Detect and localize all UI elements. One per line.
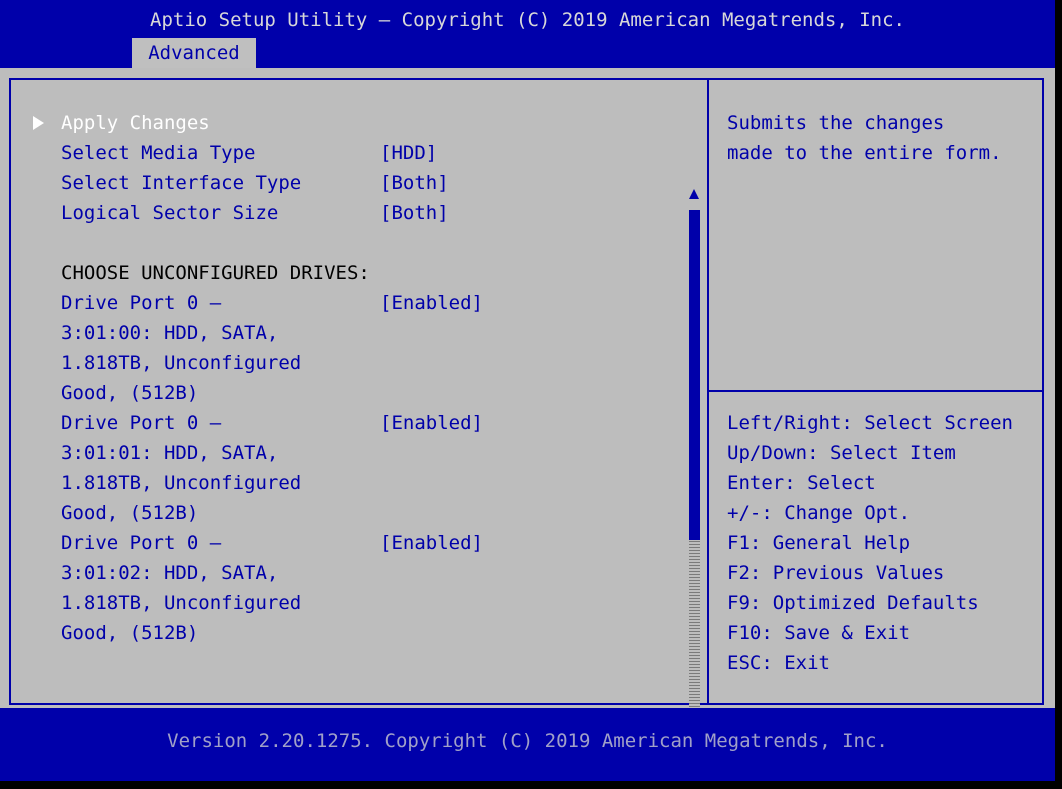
scrollbar-track[interactable] bbox=[689, 540, 700, 710]
scroll-up-icon[interactable] bbox=[689, 189, 699, 199]
main-frame: Apply Changes Select Media Type [HDD] Se… bbox=[9, 78, 1044, 705]
media-type-value[interactable]: [HDD] bbox=[380, 138, 437, 168]
drive-value[interactable]: [Enabled] bbox=[380, 408, 483, 438]
apply-changes-item[interactable]: Apply Changes bbox=[61, 108, 210, 138]
drive-detail: 1.818TB, Unconfigured bbox=[61, 472, 302, 494]
help-description: Submits the changes bbox=[727, 112, 945, 134]
tab-advanced[interactable]: Advanced bbox=[132, 38, 256, 68]
drive-detail: Good, (512B) bbox=[61, 622, 199, 644]
drive-value[interactable]: [Enabled] bbox=[380, 288, 483, 318]
selection-arrow-icon bbox=[33, 116, 44, 130]
drive-detail: 3:01:01: HDD, SATA, bbox=[61, 442, 279, 464]
scrollbar-thumb[interactable] bbox=[689, 210, 700, 540]
help-key: Left/Right: Select Screen bbox=[727, 412, 1013, 434]
status-bar: Version 2.20.1275. Copyright (C) 2019 Am… bbox=[0, 708, 1055, 781]
help-key: F1: General Help bbox=[727, 532, 911, 554]
interface-type-label: Select Interface Type bbox=[61, 172, 302, 194]
help-key: +/-: Change Opt. bbox=[727, 502, 911, 524]
bios-screen: Aptio Setup Utility – Copyright (C) 2019… bbox=[0, 0, 1062, 789]
help-key: ESC: Exit bbox=[727, 652, 830, 674]
drive-detail: 1.818TB, Unconfigured bbox=[61, 592, 302, 614]
main-area: Apply Changes Select Media Type [HDD] Se… bbox=[0, 68, 1055, 722]
interface-type-value[interactable]: [Both] bbox=[380, 168, 449, 198]
drive-label: Drive Port 0 – bbox=[61, 412, 222, 434]
drive-detail: Good, (512B) bbox=[61, 382, 199, 404]
title-bar: Aptio Setup Utility – Copyright (C) 2019… bbox=[0, 0, 1055, 68]
help-key: F9: Optimized Defaults bbox=[727, 592, 979, 614]
drive-detail: 3:01:02: HDD, SATA, bbox=[61, 562, 279, 584]
drive-label: Drive Port 0 – bbox=[61, 292, 222, 314]
drive-value[interactable]: [Enabled] bbox=[380, 528, 483, 558]
sector-size-value[interactable]: [Both] bbox=[380, 198, 449, 228]
section-heading: CHOOSE UNCONFIGURED DRIVES: bbox=[61, 262, 370, 284]
drive-label: Drive Port 0 – bbox=[61, 532, 222, 554]
app-title: Aptio Setup Utility – Copyright (C) 2019… bbox=[150, 9, 905, 31]
version-text: Version 2.20.1275. Copyright (C) 2019 Am… bbox=[167, 730, 888, 752]
sector-size-label: Logical Sector Size bbox=[61, 202, 279, 224]
help-divider bbox=[709, 390, 1042, 392]
media-type-label: Select Media Type bbox=[61, 142, 256, 164]
help-description: made to the entire form. bbox=[727, 142, 1002, 164]
drive-detail: 3:01:00: HDD, SATA, bbox=[61, 322, 279, 344]
help-key: Up/Down: Select Item bbox=[727, 442, 956, 464]
drive-detail: Good, (512B) bbox=[61, 502, 199, 524]
drive-detail: 1.818TB, Unconfigured bbox=[61, 352, 302, 374]
help-key: F2: Previous Values bbox=[727, 562, 945, 584]
help-key: Enter: Select bbox=[727, 472, 876, 494]
help-key: F10: Save & Exit bbox=[727, 622, 911, 644]
